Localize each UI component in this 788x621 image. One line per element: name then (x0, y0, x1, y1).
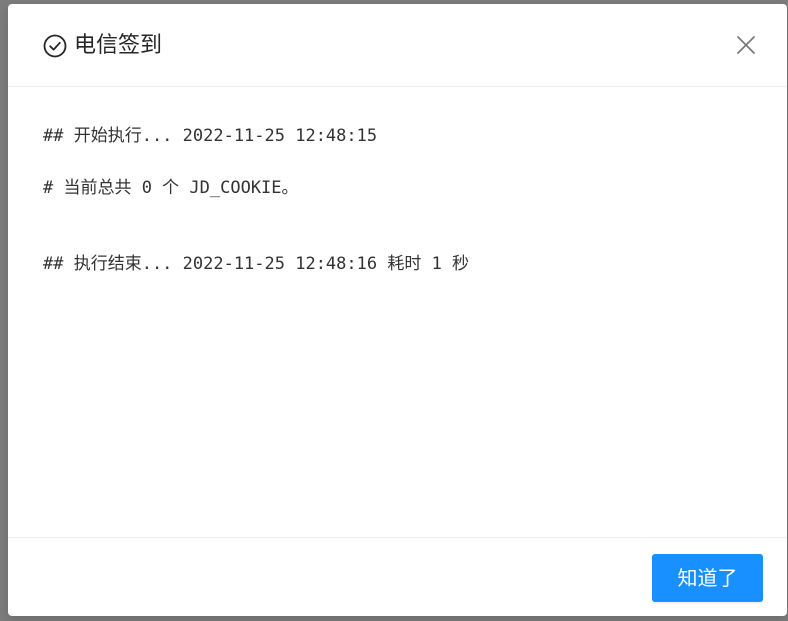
check-circle-icon (43, 34, 67, 58)
modal-dialog: 电信签到 ## 开始执行... 2022-11-25 12:48:15 # 当前… (8, 4, 787, 616)
log-line-cookie-count: # 当前总共 0 个 JD_COOKIE。 (43, 178, 299, 198)
modal-footer: 知道了 (8, 537, 787, 616)
log-line-start: ## 开始执行... 2022-11-25 12:48:15 (43, 126, 378, 146)
modal-header: 电信签到 (8, 4, 787, 87)
modal-title: 电信签到 (74, 33, 163, 58)
log-line-end: ## 执行结束... 2022-11-25 12:48:16 耗时 1 秒 (43, 254, 470, 274)
close-button[interactable] (730, 29, 762, 61)
ok-button[interactable]: 知道了 (652, 554, 763, 602)
close-icon (737, 36, 755, 54)
log-output: ## 开始执行... 2022-11-25 12:48:15 # 当前总共 0 … (8, 87, 787, 537)
